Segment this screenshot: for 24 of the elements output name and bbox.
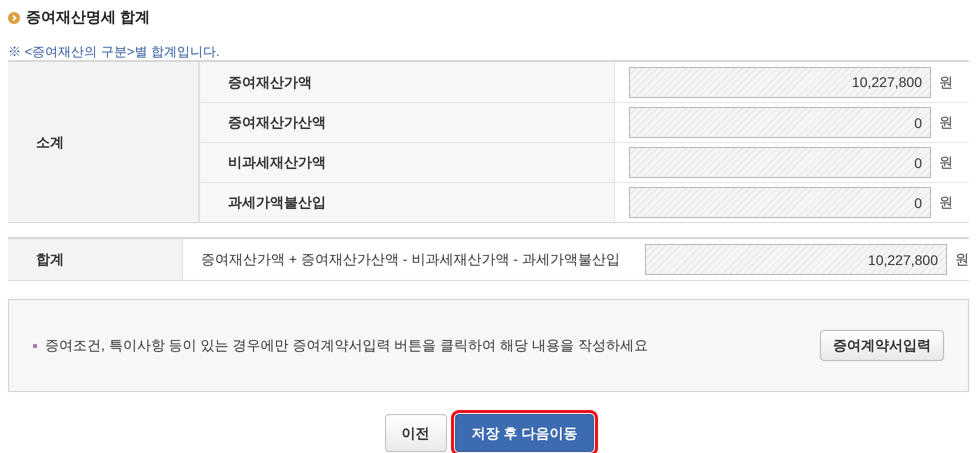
chevron-circle-icon (8, 12, 20, 24)
table-cell: 증여재산가액 (200, 62, 615, 102)
info-text: 증여조건, 특이사항 등이 있는 경우에만 증여계약서입력 버튼을 클릭하여 해당 내용을 작성하세요 (45, 336, 648, 355)
input-field[interactable]: 0 (629, 187, 931, 218)
previous-button[interactable]: 이전 (384, 414, 447, 452)
row-header: 소계 (8, 62, 200, 222)
contract-input-button[interactable]: 증여계약서입력 (820, 330, 944, 361)
bullet-icon (33, 344, 37, 348)
input-field[interactable]: 10,227,800 (645, 244, 947, 275)
unit-label: 원 (955, 250, 969, 269)
input-field[interactable]: 10,227,800 (629, 66, 931, 98)
unit-label: 원 (939, 153, 953, 172)
formula-text: 증여재산가액 + 증여재산가산액 - 비과세재산가액 - 과세가액불산입 (200, 250, 621, 269)
input-field[interactable]: 0 (629, 147, 931, 178)
input-field[interactable]: 0 (629, 107, 931, 138)
unit-label: 원 (939, 193, 953, 212)
table-cell: 비과세재산가액 (200, 143, 615, 182)
row-header: 합계 (8, 239, 183, 280)
section-title: 증여재산명세 합계 (26, 8, 150, 28)
unit-label: 원 (939, 72, 953, 92)
table-cell: 과세가액불산입 (200, 183, 615, 222)
unit-label: 원 (939, 113, 953, 132)
note-text: ※ <증여재산의 구분>별 합계입니다. (8, 44, 221, 60)
table-cell: 증여재산가산액 (200, 103, 615, 142)
